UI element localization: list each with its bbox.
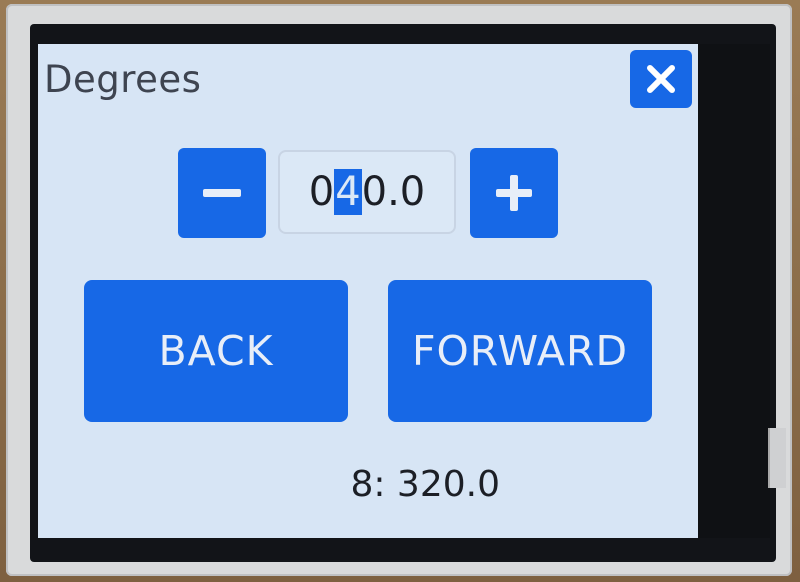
ribbon-connector — [768, 428, 786, 488]
decrement-button[interactable] — [178, 148, 266, 238]
close-button[interactable] — [630, 50, 692, 108]
back-button[interactable]: BACK — [84, 280, 348, 422]
value-suffix: 0.0 — [361, 169, 426, 215]
degrees-value-field[interactable]: 0 4 0.0 — [278, 150, 456, 234]
value-prefix: 0 — [308, 169, 335, 215]
plus-icon — [496, 175, 532, 211]
side-strip — [698, 44, 770, 538]
dialog-title: Degrees — [44, 58, 202, 101]
close-icon — [647, 65, 675, 93]
increment-button[interactable] — [470, 148, 558, 238]
forward-button[interactable]: FORWARD — [388, 280, 652, 422]
status-readout: 8: 320.0 — [350, 464, 500, 505]
minus-icon — [203, 189, 241, 197]
touch-screen: Degrees 0 4 0.0 BACK FORWARD 8: 320.0 — [38, 44, 698, 538]
value-cursor-digit: 4 — [334, 169, 362, 215]
